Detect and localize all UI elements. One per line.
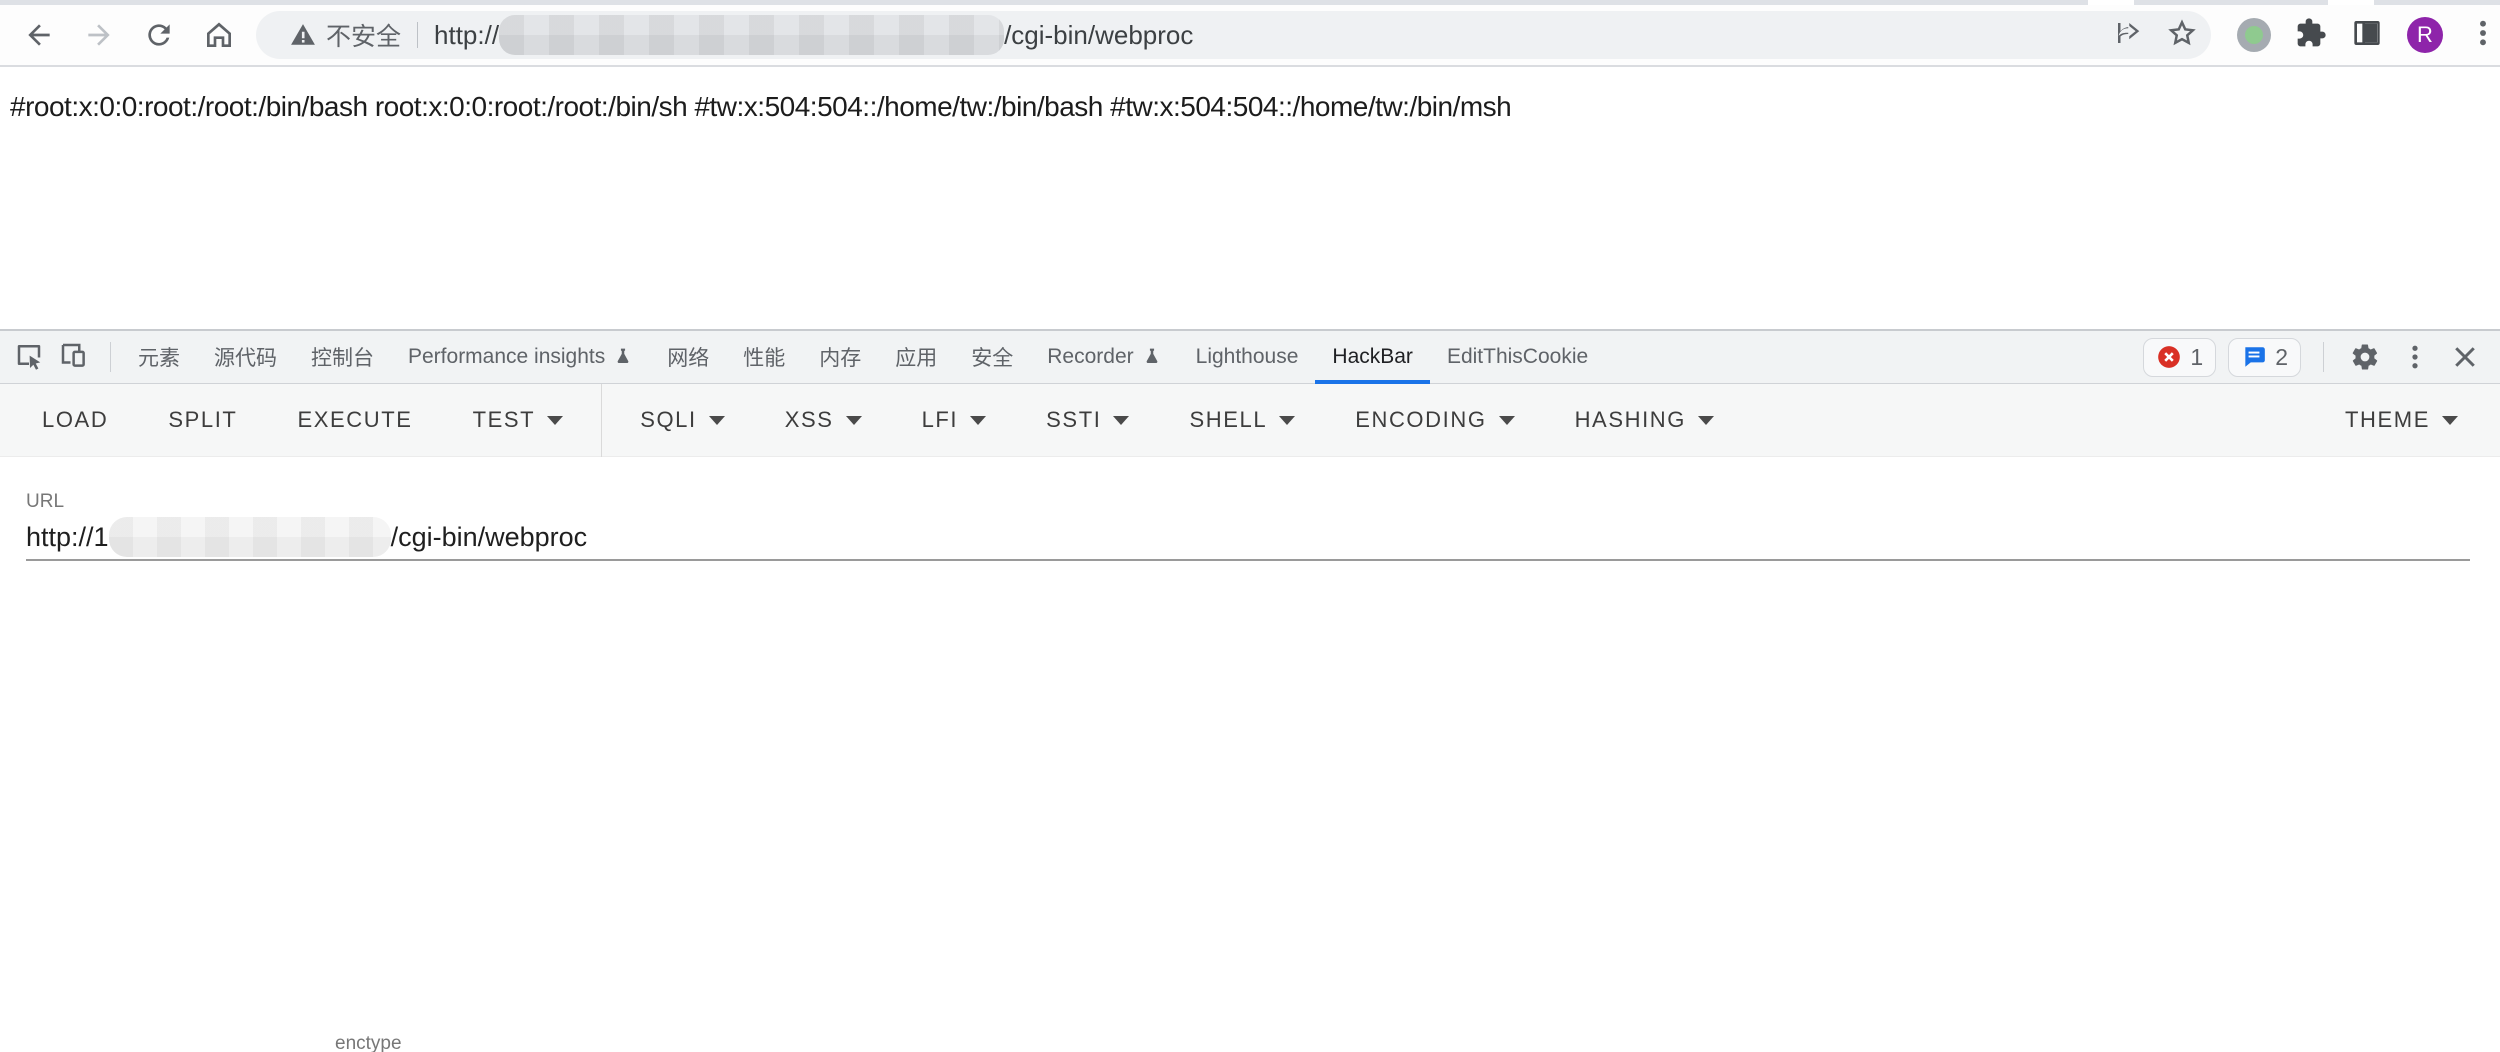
chevron-down-icon: [1698, 416, 1714, 425]
proxy-extension-icon[interactable]: [2237, 18, 2271, 52]
url-field-underline: [26, 559, 2470, 561]
url-prefix: http://: [434, 20, 499, 51]
hackbar-lfi-menu[interactable]: LFI: [892, 384, 1017, 457]
chevron-down-icon: [2442, 416, 2458, 425]
address-bar[interactable]: 不安全 http:// /cgi-bin/webproc: [256, 11, 2211, 59]
devtools-tab-recorder[interactable]: Recorder: [1030, 331, 1178, 384]
omnibox-divider: [417, 22, 418, 48]
side-panel-button[interactable]: [2351, 17, 2383, 54]
tabbar-separator: [110, 342, 111, 372]
message-icon: [2241, 344, 2267, 370]
devtools-panel: 元素 源代码 控制台 Performance insights 网络 性能 内存…: [0, 329, 2500, 1052]
devtools-tab-application[interactable]: 应用: [878, 331, 954, 384]
browser-menu-button[interactable]: [2467, 17, 2499, 54]
devtools-close-button[interactable]: [2446, 338, 2484, 376]
devtools-settings-button[interactable]: [2346, 338, 2384, 376]
device-toolbar-button[interactable]: [58, 340, 88, 375]
browser-window: 不安全 http:// /cgi-bin/webproc: [0, 0, 2500, 1052]
kebab-menu-icon: [2400, 342, 2430, 372]
hackbar-hashing-menu[interactable]: HASHING: [1545, 384, 1744, 457]
chevron-down-icon: [1279, 416, 1295, 425]
web-page: #root:x:0:0:root:/root:/bin/bash root:x:…: [0, 69, 2500, 329]
back-button[interactable]: [20, 16, 58, 54]
devtools-tab-lighthouse[interactable]: Lighthouse: [1179, 331, 1316, 384]
redacted-host: [109, 517, 391, 557]
hackbar-execute-button[interactable]: EXECUTE: [267, 384, 442, 457]
forward-button[interactable]: [80, 16, 118, 54]
devtools-tab-console[interactable]: 控制台: [294, 331, 391, 384]
devtools-tab-sources[interactable]: 源代码: [197, 331, 294, 384]
devtools-menu-button[interactable]: [2396, 338, 2434, 376]
chevron-down-icon: [970, 416, 986, 425]
forward-icon: [83, 19, 115, 51]
chevron-down-icon: [709, 416, 725, 425]
hackbar-load-button[interactable]: LOAD: [12, 384, 138, 457]
reload-icon: [143, 19, 175, 51]
devtools-tab-editthiscookie[interactable]: EditThisCookie: [1430, 331, 1605, 384]
devtools-tab-performance[interactable]: 性能: [726, 331, 802, 384]
console-messages-badge[interactable]: 2: [2228, 338, 2301, 377]
hackbar-theme-menu[interactable]: THEME: [2315, 384, 2488, 457]
experiment-flask-icon: [613, 347, 633, 367]
hackbar-xss-menu[interactable]: XSS: [755, 384, 892, 457]
gear-icon: [2350, 342, 2380, 372]
hackbar-toolbar-separator: [601, 384, 602, 457]
profile-avatar[interactable]: R: [2407, 17, 2443, 53]
devtools-tab-performance-insights[interactable]: Performance insights: [391, 331, 650, 384]
chevron-down-icon: [1113, 416, 1129, 425]
back-icon: [23, 19, 55, 51]
error-icon: [2156, 344, 2182, 370]
url-suffix: /cgi-bin/webproc: [1004, 20, 1193, 51]
redacted-host: [499, 15, 1004, 55]
experiment-flask-icon: [1142, 347, 1162, 367]
hackbar-shell-menu[interactable]: SHELL: [1159, 384, 1325, 457]
hackbar-content: URL http://1/cgi-bin/webproc Enable POST…: [0, 457, 2500, 1051]
hackbar-test-menu[interactable]: TEST: [443, 384, 594, 457]
home-button[interactable]: [200, 16, 238, 54]
proxy-extension-status-dot: [2245, 26, 2263, 44]
url-text[interactable]: http:// /cgi-bin/webproc: [434, 15, 1193, 55]
bookmark-star-button[interactable]: [2167, 18, 2197, 53]
browser-toolbar: 不安全 http:// /cgi-bin/webproc: [0, 5, 2500, 67]
hackbar-sqli-menu[interactable]: SQLI: [610, 384, 755, 457]
security-label[interactable]: 不安全: [326, 17, 401, 53]
devtools-tab-memory[interactable]: 内存: [802, 331, 878, 384]
url-field-label: URL: [26, 491, 64, 513]
devtools-tabbar: 元素 源代码 控制台 Performance insights 网络 性能 内存…: [0, 331, 2500, 384]
home-icon: [203, 19, 235, 51]
devtools-tab-elements[interactable]: 元素: [121, 331, 197, 384]
message-count: 2: [2275, 344, 2288, 371]
enctype-label: enctype: [335, 1033, 402, 1052]
hackbar-encoding-menu[interactable]: ENCODING: [1325, 384, 1544, 457]
devtools-tab-security[interactable]: 安全: [954, 331, 1030, 384]
extensions-puzzle-button[interactable]: [2295, 17, 2327, 54]
hackbar-toolbar: LOAD SPLIT EXECUTE TEST SQLI XSS LFI SST…: [0, 384, 2500, 457]
passwd-output-text: #root:x:0:0:root:/root:/bin/bash root:x:…: [0, 69, 2500, 123]
not-secure-warning-icon[interactable]: [290, 22, 316, 48]
console-errors-badge[interactable]: 1: [2143, 338, 2216, 377]
inspect-element-button[interactable]: [14, 340, 44, 375]
chevron-down-icon: [846, 416, 862, 425]
error-count: 1: [2190, 344, 2203, 371]
chevron-down-icon: [547, 416, 563, 425]
reload-button[interactable]: [140, 16, 178, 54]
tabbar-separator: [2323, 342, 2324, 372]
hackbar-ssti-menu[interactable]: SSTI: [1016, 384, 1159, 457]
close-icon: [2450, 342, 2480, 372]
chevron-down-icon: [1499, 416, 1515, 425]
url-field-value[interactable]: http://1/cgi-bin/webproc: [26, 517, 587, 561]
devtools-tab-network[interactable]: 网络: [650, 331, 726, 384]
devtools-tab-hackbar[interactable]: HackBar: [1315, 331, 1430, 384]
hackbar-split-button[interactable]: SPLIT: [138, 384, 267, 457]
share-button[interactable]: [2113, 18, 2143, 53]
